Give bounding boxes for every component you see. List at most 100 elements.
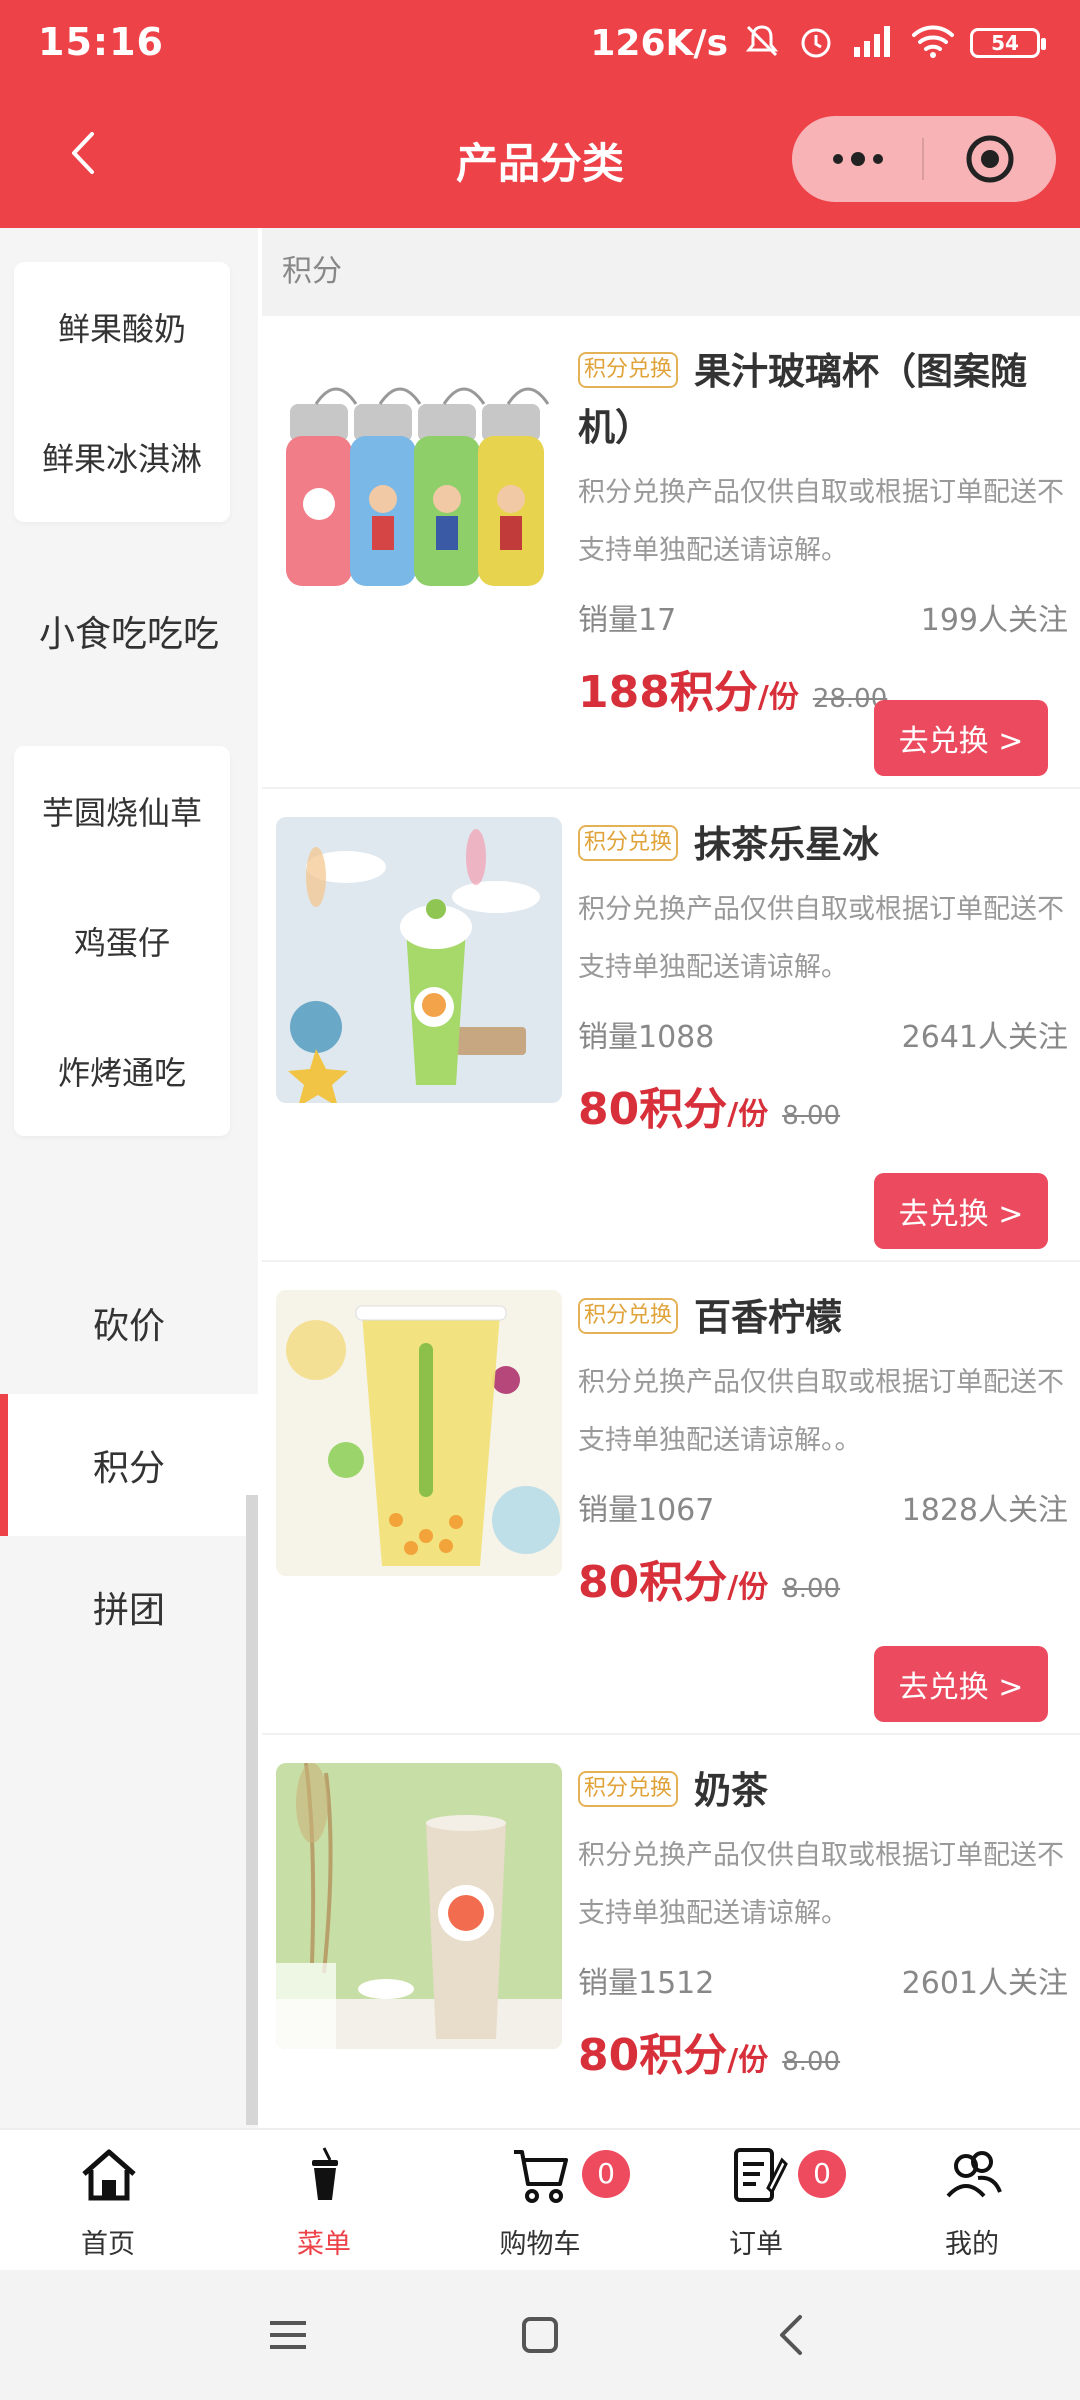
product-card[interactable]: 积分兑换 抹茶乐星冰 积分兑换产品仅供自取或根据订单配送不支持单独配送请谅解。 销… — [262, 789, 1080, 1262]
category-snacks[interactable]: 小食吃吃吃 — [0, 558, 258, 704]
app-header: 15:16 126K/s 54 产品分类 — [0, 0, 1080, 228]
home-icon — [78, 2144, 140, 2206]
price-unit: /份 — [727, 1570, 769, 1605]
cart-badge: 0 — [582, 2150, 630, 2198]
sales-count: 销量1088 — [578, 1020, 715, 1055]
product-image[interactable] — [276, 817, 562, 1103]
product-card[interactable]: 积分兑换 果汁玻璃杯（图案随机） 积分兑换产品仅供自取或根据订单配送不支持单独配送… — [262, 316, 1080, 789]
product-info: 积分兑换 果汁玻璃杯（图案随机） 积分兑换产品仅供自取或根据订单配送不支持单独配送… — [578, 344, 1068, 726]
status-time: 15:16 — [38, 20, 164, 64]
category-sidebar: 鲜果酸奶 鲜果冰淇淋 小食吃吃吃 芋圆烧仙草 鸡蛋仔 炸烤通吃 砍价 积分 拼团 — [0, 228, 258, 2128]
subcategory-item[interactable]: 鲜果冰淇淋 — [14, 392, 230, 522]
product-title: 奶茶 — [694, 1769, 769, 1812]
follower-count: 2601人关注 — [901, 1966, 1068, 2001]
miniapp-capsule — [792, 116, 1056, 202]
product-title-line: 积分兑换 百香柠檬 — [578, 1290, 1068, 1346]
product-info: 积分兑换 百香柠檬 积分兑换产品仅供自取或根据订单配送不支持单独配送请谅解。。 销… — [578, 1290, 1068, 1616]
points-price: 80积分 — [578, 1084, 728, 1135]
system-navigation-bar — [0, 2270, 1080, 2400]
category-points[interactable]: 积分 — [0, 1394, 258, 1536]
menu-icon[interactable] — [258, 2305, 318, 2365]
product-image[interactable] — [276, 1290, 562, 1576]
product-title-line: 积分兑换 抹茶乐星冰 — [578, 817, 1068, 873]
product-desc: 积分兑换产品仅供自取或根据订单配送不支持单独配送请谅解。 — [578, 894, 1064, 983]
signal-icon — [850, 21, 896, 65]
back-arrow-icon[interactable] — [762, 2305, 822, 2365]
network-speed: 126K/s — [590, 22, 728, 64]
original-price: 8.00 — [782, 1574, 841, 1604]
sales-count: 销量1067 — [578, 1493, 715, 1528]
more-button[interactable] — [792, 116, 924, 202]
product-stats: 销量1512 2601人关注 — [578, 1955, 1068, 2005]
product-stats: 销量17 199人关注 — [578, 592, 1068, 642]
tab-label: 菜单 — [297, 2229, 351, 2260]
product-list: 积分 积分兑换 果汁玻璃杯（图案随机） 积分兑换产品仅供自取或根据订单配送不支持… — [262, 228, 1080, 2128]
subcategory-card-2: 芋圆烧仙草 鸡蛋仔 炸烤通吃 — [14, 746, 230, 1136]
tab-label: 购物车 — [499, 2229, 581, 2260]
product-image[interactable] — [276, 1763, 562, 2049]
product-desc: 积分兑换产品仅供自取或根据订单配送不支持单独配送请谅解。。 — [578, 1367, 1064, 1456]
subcategory-card-1: 鲜果酸奶 鲜果冰淇淋 — [14, 262, 230, 522]
price-unit: /份 — [727, 2043, 769, 2078]
product-title-line: 积分兑换 果汁玻璃杯（图案随机） — [578, 344, 1068, 456]
points-price: 80积分 — [578, 1557, 728, 1608]
points-tag: 积分兑换 — [578, 1297, 679, 1334]
home-square-icon[interactable] — [510, 2305, 570, 2365]
price-unit: /份 — [727, 1097, 769, 1132]
category-bargain[interactable]: 砍价 — [0, 1252, 258, 1394]
follower-count: 2641人关注 — [901, 1020, 1068, 1055]
price-row: 80积分/份 8.00 — [578, 1073, 1068, 1143]
tab-home[interactable]: 首页 — [0, 2130, 216, 2272]
sales-count: 销量1512 — [578, 1966, 715, 2001]
order-document-icon — [726, 2144, 788, 2206]
product-title-line: 积分兑换 奶茶 — [578, 1763, 1068, 1819]
exchange-button[interactable]: 去兑换 > — [874, 1173, 1048, 1249]
subcategory-item[interactable]: 鸡蛋仔 — [14, 876, 230, 1006]
mute-icon — [742, 21, 782, 65]
subcategory-item[interactable]: 芋圆烧仙草 — [14, 746, 230, 876]
drink-cup-icon — [294, 2144, 356, 2206]
product-title: 抹茶乐星冰 — [694, 823, 880, 866]
users-icon — [942, 2144, 1004, 2206]
cart-icon — [510, 2144, 572, 2206]
tab-cart[interactable]: 0 购物车 — [432, 2130, 648, 2272]
points-tag: 积分兑换 — [578, 351, 679, 388]
product-info: 积分兑换 奶茶 积分兑换产品仅供自取或根据订单配送不支持单独配送请谅解。 销量15… — [578, 1763, 1068, 2089]
product-image[interactable] — [276, 344, 562, 630]
tab-label: 我的 — [945, 2229, 999, 2260]
alarm-icon — [796, 21, 836, 65]
tab-menu[interactable]: 菜单 — [216, 2130, 432, 2272]
tab-label: 订单 — [729, 2229, 783, 2260]
orders-badge: 0 — [798, 2150, 846, 2198]
status-icons: 126K/s 54 — [590, 18, 1046, 68]
subcategory-item[interactable]: 炸烤通吃 — [14, 1006, 230, 1136]
product-card[interactable]: 积分兑换 百香柠檬 积分兑换产品仅供自取或根据订单配送不支持单独配送请谅解。。 销… — [262, 1262, 1080, 1735]
product-info: 积分兑换 抹茶乐星冰 积分兑换产品仅供自取或根据订单配送不支持单独配送请谅解。 销… — [578, 817, 1068, 1143]
sidebar-scrollbar[interactable] — [246, 1495, 258, 2125]
wifi-icon — [910, 21, 956, 65]
product-desc: 积分兑换产品仅供自取或根据订单配送不支持单独配送请谅解。 — [578, 477, 1064, 566]
product-desc: 积分兑换产品仅供自取或根据订单配送不支持单独配送请谅解。 — [578, 1840, 1064, 1929]
points-tag: 积分兑换 — [578, 824, 679, 861]
tab-mine[interactable]: 我的 — [864, 2130, 1080, 2272]
bottom-tab-bar: 首页 菜单 0 购物车 0 订单 我的 — [0, 2128, 1080, 2270]
original-price: 8.00 — [782, 2047, 841, 2077]
section-title: 积分 — [262, 228, 1080, 316]
product-card[interactable]: 积分兑换 奶茶 积分兑换产品仅供自取或根据订单配送不支持单独配送请谅解。 销量15… — [262, 1735, 1080, 2128]
category-group-buy[interactable]: 拼团 — [0, 1536, 258, 1678]
tab-label: 首页 — [81, 2229, 135, 2260]
subcategory-item[interactable]: 鲜果酸奶 — [14, 262, 230, 392]
exchange-button[interactable]: 去兑换 > — [874, 1646, 1048, 1722]
product-stats: 销量1088 2641人关注 — [578, 1009, 1068, 1059]
points-price: 188积分 — [578, 667, 758, 718]
original-price: 8.00 — [782, 1101, 841, 1131]
points-tag: 积分兑换 — [578, 1770, 679, 1807]
price-unit: /份 — [757, 680, 799, 715]
points-price: 80积分 — [578, 2030, 728, 2081]
sales-count: 销量17 — [578, 603, 677, 638]
price-row: 80积分/份 8.00 — [578, 2019, 1068, 2089]
close-miniapp-button[interactable] — [924, 116, 1056, 202]
tab-orders[interactable]: 0 订单 — [648, 2130, 864, 2272]
exchange-button[interactable]: 去兑换 > — [874, 700, 1048, 776]
battery-icon: 54 — [970, 28, 1046, 58]
